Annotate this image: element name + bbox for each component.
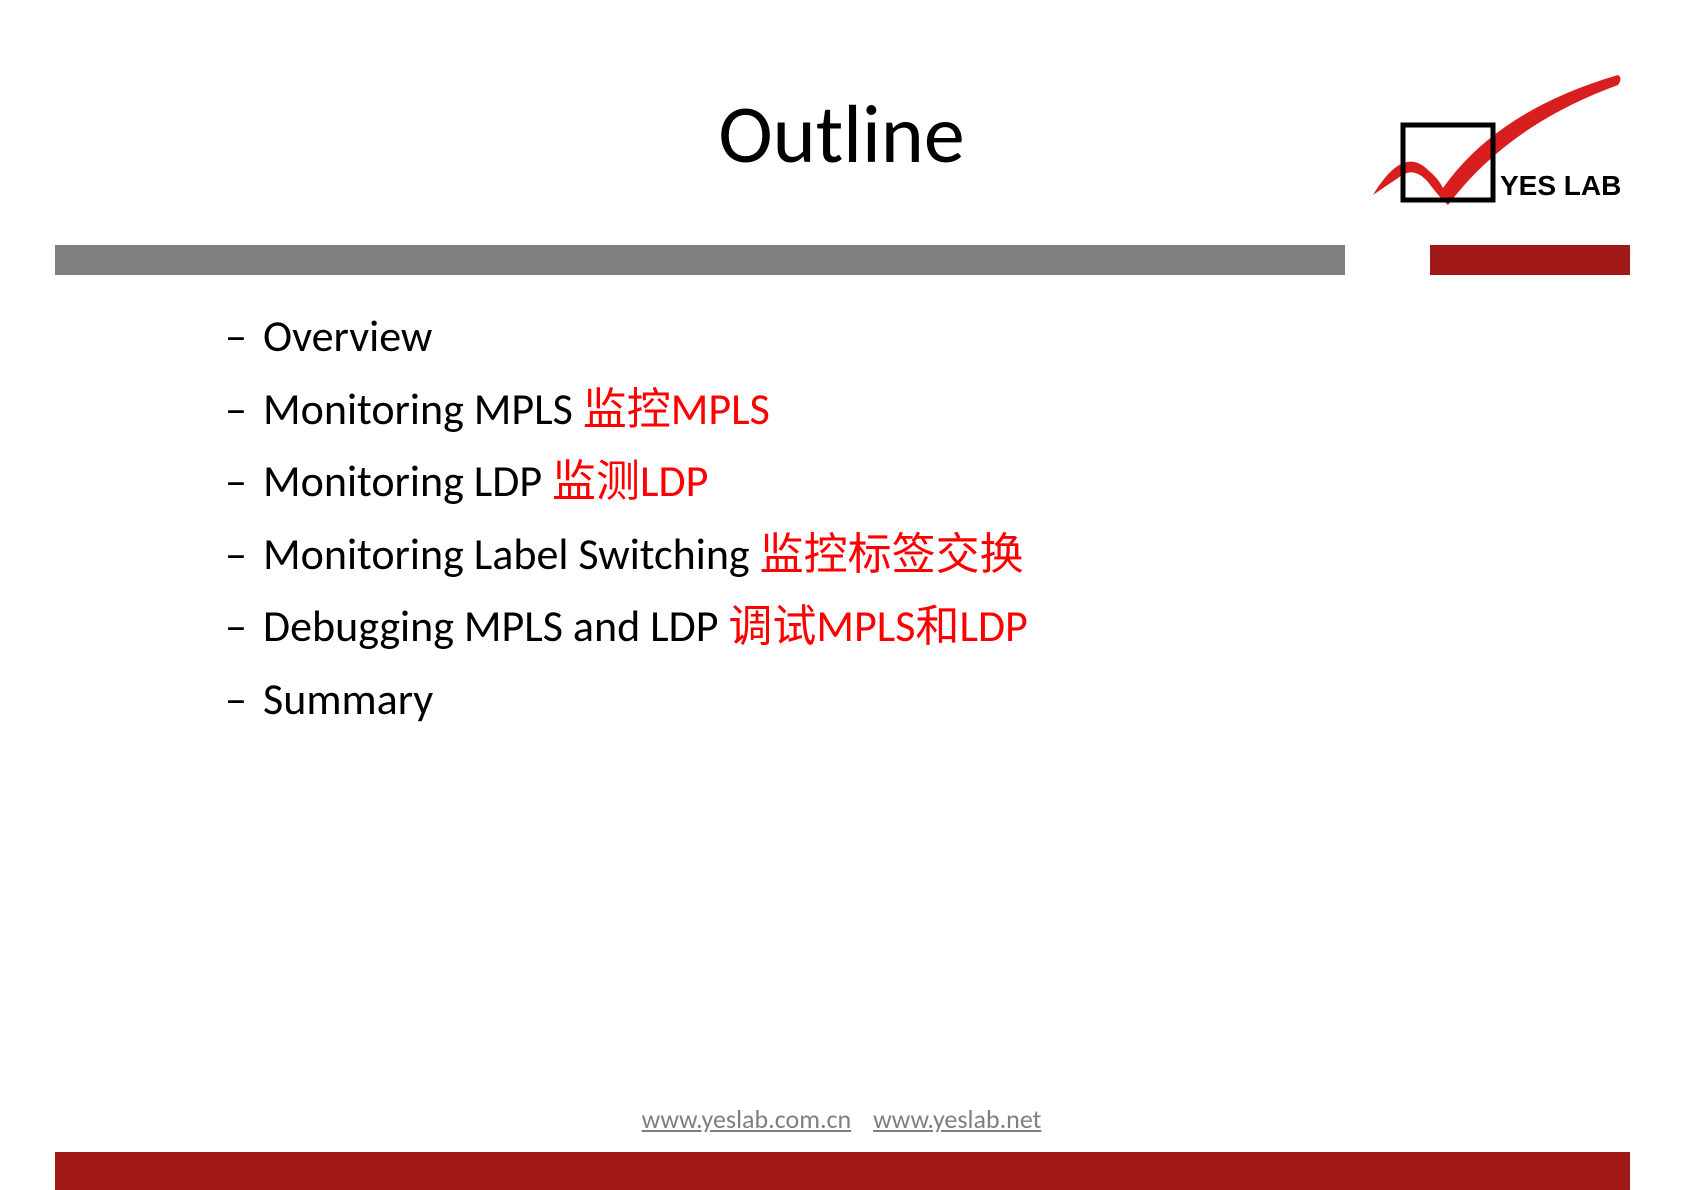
slide: Outline YES LAB –Overview –Monitoring MP…: [0, 0, 1683, 1190]
item-zh: 调试MPLS和LDP: [728, 599, 1027, 653]
list-item: –Debugging MPLS and LDP 调试MPLS和LDP: [225, 590, 1425, 663]
list-item: –Monitoring Label Switching 监控标签交换: [225, 518, 1425, 591]
list-item: –Monitoring LDP 监测LDP: [225, 445, 1425, 518]
item-zh: 监控MPLS: [583, 382, 770, 436]
footer-link-2[interactable]: www.yeslab.net: [873, 1103, 1041, 1135]
item-en: Monitoring MPLS: [263, 382, 573, 436]
outline-list: –Overview –Monitoring MPLS 监控MPLS –Monit…: [225, 300, 1425, 736]
logo: YES LAB: [1368, 70, 1628, 230]
list-item: –Summary: [225, 663, 1425, 736]
item-en: Summary: [263, 672, 433, 726]
divider-red: [1430, 245, 1630, 275]
item-en: Monitoring Label Switching: [263, 527, 750, 581]
footer-link-1[interactable]: www.yeslab.com.cn: [642, 1103, 852, 1135]
item-en: Monitoring LDP: [263, 454, 542, 508]
logo-text: YES LAB: [1500, 170, 1621, 201]
footer-links: www.yeslab.com.cn www.yeslab.net: [0, 1103, 1683, 1135]
item-zh: 监控标签交换: [760, 527, 1024, 581]
item-zh: 监测LDP: [552, 454, 708, 508]
item-en: Debugging MPLS and LDP: [263, 599, 718, 653]
divider-grey: [55, 245, 1345, 275]
footer-bar: [55, 1152, 1630, 1190]
yeslab-logo-svg: YES LAB: [1368, 70, 1628, 230]
list-item: –Monitoring MPLS 监控MPLS: [225, 373, 1425, 446]
list-item: –Overview: [225, 300, 1425, 373]
item-en: Overview: [263, 309, 432, 363]
